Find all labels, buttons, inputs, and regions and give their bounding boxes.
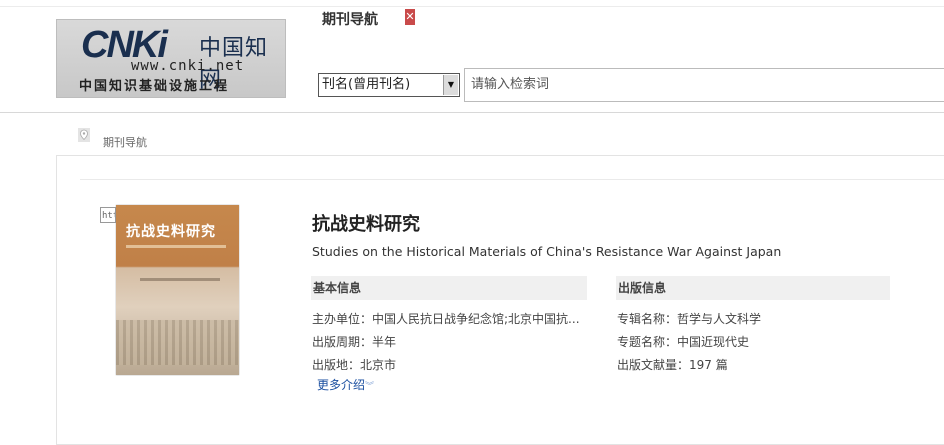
publish-info-row: 专辑名称：哲学与人文科学 (617, 310, 761, 327)
field-value: 中国人民抗日战争纪念馆;北京中国抗... (372, 312, 580, 326)
location-pin-icon (78, 128, 90, 142)
more-intro-label: 更多介绍 (317, 378, 366, 392)
journal-cover-image: 抗战史料研究 (116, 205, 239, 375)
cnki-logo[interactable]: CNKi 中国知网 www.cnki.net 中国知识基础设施工程 (56, 19, 286, 98)
broken-image-icon: htt (100, 207, 116, 223)
logo-tagline: 中国知识基础设施工程 (79, 79, 230, 94)
basic-info-row: 出版地：北京市 (312, 356, 396, 373)
breadcrumb[interactable]: 期刊导航 (103, 134, 147, 150)
field-value: 中国近现代史 (677, 335, 750, 349)
search-input[interactable]: 请输入检索词 (464, 68, 944, 102)
publish-info-heading: 出版信息 (616, 276, 890, 300)
cover-publisher-line (140, 278, 220, 281)
field-label: 出版周期： (312, 335, 373, 349)
publish-info-row: 出版文献量：197 篇 (617, 356, 728, 373)
header-bar: CNKi 中国知网 www.cnki.net 中国知识基础设施工程 期刊导航 ✕… (0, 0, 944, 113)
field-label: 专辑名称： (617, 312, 678, 326)
search-field-select[interactable]: 刊名(曾用刊名) ▼ (318, 73, 460, 97)
basic-info-row: 主办单位：中国人民抗日战争纪念馆;北京中国抗... (312, 310, 580, 327)
publish-info-row: 专题名称：中国近现代史 (617, 333, 749, 350)
field-value: 北京市 (360, 358, 397, 372)
field-label: 出版文献量： (617, 358, 690, 372)
journal-nav-title: 期刊导航 (322, 12, 378, 28)
journal-title: 抗战史料研究 (312, 214, 420, 235)
search-field-value: 刊名(曾用刊名) (322, 77, 411, 92)
double-chevron-down-icon: ︾ (365, 382, 375, 392)
basic-info-row: 出版周期：半年 (312, 333, 396, 350)
basic-info-heading: 基本信息 (311, 276, 587, 300)
field-label: 主办单位： (312, 312, 373, 326)
field-label: 专题名称： (617, 335, 678, 349)
cover-title: 抗战史料研究 (126, 224, 216, 240)
header-top-divider (0, 6, 944, 7)
chevron-down-icon[interactable]: ▼ (443, 75, 458, 95)
close-icon[interactable]: ✕ (405, 9, 415, 25)
field-value: 197 篇 (689, 358, 728, 372)
field-value: 哲学与人文科学 (677, 312, 762, 326)
panel-divider (80, 179, 944, 180)
field-label: 出版地： (312, 358, 361, 372)
more-intro-link[interactable]: 更多介绍︾ (317, 376, 374, 393)
field-value: 半年 (372, 335, 397, 349)
cover-subtitle-line (126, 245, 226, 248)
journal-english-title: Studies on the Historical Materials of C… (312, 244, 782, 259)
logo-url: www.cnki.net (131, 58, 245, 74)
cover-illustration (116, 320, 239, 365)
